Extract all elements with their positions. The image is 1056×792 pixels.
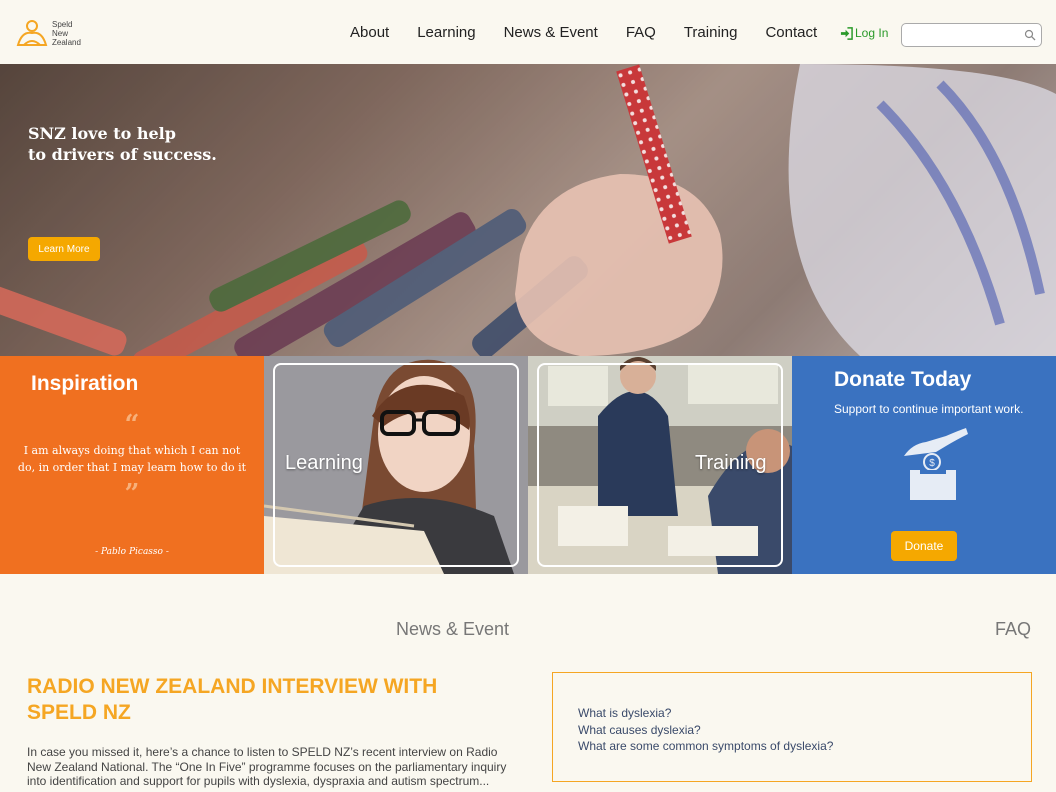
inspiration-quote: I am always doing that which I can not d… [17, 444, 247, 474]
main-nav: About Learning News & Event FAQ Training… [350, 0, 845, 64]
nav-about[interactable]: About [350, 24, 389, 41]
learning-tile[interactable]: Learning [264, 356, 528, 574]
learn-more-button[interactable]: Learn More [28, 237, 100, 261]
faq-item[interactable]: What is dyslexia? [578, 705, 833, 722]
search-icon[interactable] [1024, 29, 1036, 41]
nav-learning[interactable]: Learning [417, 24, 475, 41]
donate-button[interactable]: Donate [891, 531, 957, 561]
svg-text:$: $ [929, 458, 935, 469]
donation-box-icon: $ [904, 428, 968, 500]
faq-item[interactable]: What are some common symptoms of dyslexi… [578, 738, 833, 755]
training-label: Training [695, 452, 767, 474]
search-box [901, 23, 1042, 47]
donate-subtitle: Support to continue important work. [834, 402, 1024, 416]
news-article-body: In case you missed it, here’s a chance t… [27, 745, 507, 788]
hero-title: SNZ love to help to drivers of success. [28, 124, 217, 164]
faq-section-heading: FAQ [995, 619, 1032, 639]
nav-training[interactable]: Training [684, 24, 738, 41]
nav-contact[interactable]: Contact [765, 24, 817, 41]
faq-box: What is dyslexia? What causes dyslexia? … [552, 672, 1032, 782]
donate-tile: Donate Today Support to continue importa… [792, 356, 1056, 574]
login-label: Log In [855, 26, 889, 40]
training-tile[interactable]: Training [528, 356, 792, 574]
hero-image [0, 64, 1056, 356]
site-header: Speld New Zealand About Learning News & … [0, 0, 1056, 64]
site-logo[interactable]: Speld New Zealand [14, 14, 94, 52]
inspiration-title: Inspiration [31, 372, 139, 395]
open-quote-icon: “ [124, 410, 140, 440]
quote-author: - Pablo Picasso - [95, 547, 169, 557]
news-section-heading: News & Event [396, 619, 510, 639]
learning-label: Learning [285, 452, 363, 474]
inspiration-tile: Inspiration “ I am always doing that whi… [0, 356, 264, 574]
news-article-title[interactable]: RADIO NEW ZEALAND INTERVIEW WITH SPELD N… [27, 674, 467, 726]
feature-tiles: Inspiration “ I am always doing that whi… [0, 356, 1056, 574]
hero-banner: SNZ love to help to drivers of success. … [0, 64, 1056, 356]
donate-title: Donate Today [834, 368, 972, 391]
logo-icon [16, 20, 48, 46]
search-input[interactable] [902, 24, 1020, 46]
nav-faq[interactable]: FAQ [626, 24, 656, 41]
nav-news-event[interactable]: News & Event [504, 24, 598, 41]
faq-item[interactable]: What causes dyslexia? [578, 722, 833, 739]
faq-list: What is dyslexia? What causes dyslexia? … [578, 705, 833, 755]
login-link[interactable]: Log In [840, 26, 888, 40]
close-quote-icon: ” [124, 479, 140, 509]
login-icon [840, 26, 853, 40]
logo-text: Speld New Zealand [52, 19, 81, 47]
